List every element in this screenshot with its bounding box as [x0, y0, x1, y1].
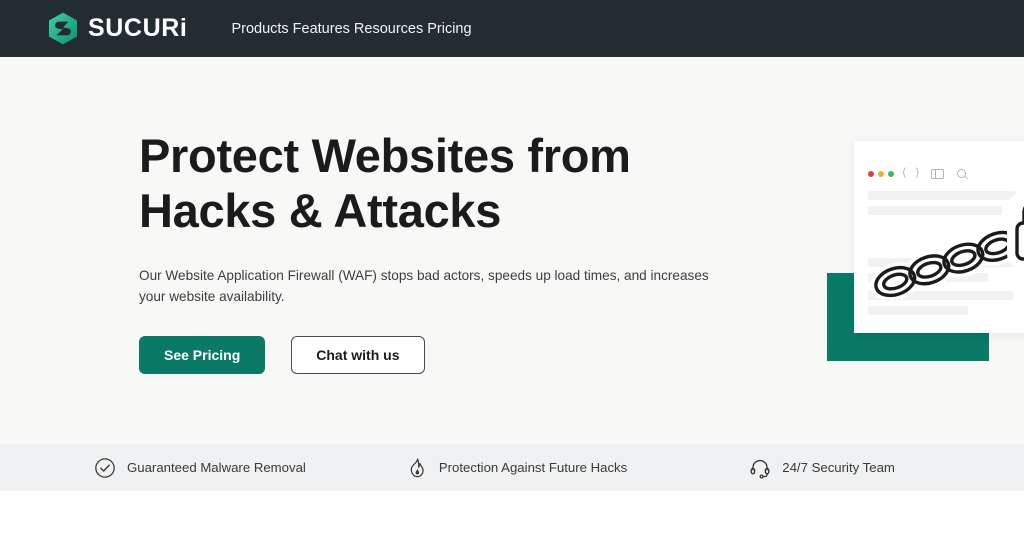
feature-item-security-team: 24/7 Security Team: [749, 457, 895, 479]
placeholder-line: [868, 191, 1016, 200]
nav-links-list: Products Features Resources Pricing: [229, 20, 473, 38]
feature-label: Protection Against Future Hacks: [438, 459, 628, 475]
sidebar-icon: [930, 168, 944, 179]
feature-item-future-hacks: Protection Against Future Hacks: [406, 457, 627, 479]
hero-subtitle: Our Website Application Firewall (WAF) s…: [139, 268, 709, 304]
nav-link-products[interactable]: Products: [229, 15, 290, 43]
padlock-icon: [1007, 192, 1024, 270]
hero-illustration: ⟨ ⟩: [824, 141, 1024, 361]
browser-chrome-bar: ⟨ ⟩: [868, 168, 966, 179]
brand-logo-link[interactable]: SUCURi: [48, 12, 187, 45]
flame-icon: [410, 457, 424, 477]
search-icon: [956, 169, 966, 178]
traffic-light-dots: [868, 170, 894, 177]
nav-item-resources: Resources: [352, 20, 425, 38]
browser-window-mockup: ⟨ ⟩: [854, 141, 1024, 333]
chevron-left-icon: ⟨: [902, 167, 907, 179]
placeholder-line: [868, 206, 1002, 215]
hero-section: Protect Websites from Hacks & Attacks Ou…: [0, 57, 1024, 444]
maximize-dot-icon: [888, 170, 894, 177]
nav-item-products: Products: [229, 20, 290, 38]
landing-page: SUCURi Products Features Resources Prici…: [0, 0, 1024, 542]
chain-link-icon: [870, 226, 1023, 299]
feature-item-malware-removal: Guaranteed Malware Removal: [94, 457, 306, 479]
hero-title-line-1: Protect Websites from: [139, 129, 631, 182]
feature-highlights-bar: Guaranteed Malware Removal Protection Ag…: [0, 444, 1024, 491]
feature-label: 24/7 Security Team: [782, 459, 895, 475]
close-dot-icon: [868, 170, 874, 177]
feature-label: Guaranteed Malware Removal: [127, 459, 306, 475]
hero-cta-group: See Pricing Chat with us: [139, 336, 759, 374]
below-fold-area: [0, 491, 1024, 542]
nav-item-features: Features: [291, 20, 352, 38]
nav-link-features[interactable]: Features: [291, 15, 352, 43]
hero-title-line-2: Hacks & Attacks: [139, 184, 502, 237]
sucuri-hex-s-logo-icon: [49, 12, 77, 45]
top-navigation-bar: SUCURi Products Features Resources Prici…: [0, 0, 1024, 57]
page-title: Protect Websites from Hacks & Attacks: [139, 128, 759, 238]
chevron-right-icon: ⟩: [915, 167, 920, 179]
placeholder-line: [868, 306, 968, 315]
chat-with-us-button[interactable]: Chat with us: [291, 336, 425, 374]
brand-name: SUCURi: [88, 14, 188, 42]
hero-copy-block: Protect Websites from Hacks & Attacks Ou…: [139, 128, 759, 374]
minimize-dot-icon: [878, 170, 884, 177]
nav-link-pricing[interactable]: Pricing: [425, 15, 473, 43]
headset-icon: [750, 459, 770, 479]
see-pricing-button[interactable]: See Pricing: [139, 336, 266, 374]
nav-link-resources[interactable]: Resources: [352, 15, 425, 43]
check-circle-icon: [95, 457, 115, 478]
nav-item-pricing: Pricing: [425, 20, 473, 38]
